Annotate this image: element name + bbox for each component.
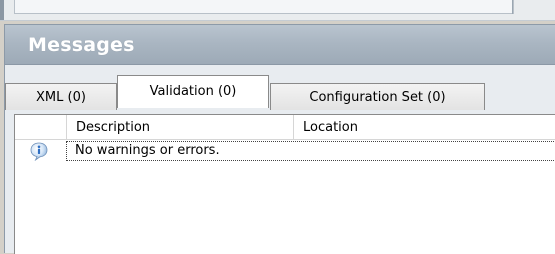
tab-xml[interactable]: XML (0) <box>5 83 117 110</box>
validation-message-list[interactable]: Description Location No warnings or erro… <box>14 114 555 254</box>
messages-panel-title: Messages <box>28 34 135 56</box>
upper-panel-inner-box <box>14 0 514 14</box>
messages-tabbar: XML (0) Validation (0) Configuration Set… <box>5 65 555 115</box>
list-header: Description Location <box>15 115 555 140</box>
column-header-icon[interactable] <box>15 115 66 139</box>
column-header-location[interactable]: Location <box>293 115 555 139</box>
list-item[interactable]: No warnings or errors. <box>15 139 555 163</box>
messages-panel: Messages XML (0) Validation (0) Configur… <box>4 24 555 254</box>
upper-panel-remnant <box>0 0 555 21</box>
tab-validation[interactable]: Validation (0) <box>117 75 269 108</box>
message-description: No warnings or errors. <box>66 141 555 161</box>
messages-panel-header: Messages <box>5 25 555 65</box>
upper-panel-left-border <box>0 0 4 20</box>
info-icon <box>29 141 49 162</box>
upper-panel-right-border <box>512 0 513 14</box>
tab-configuration-set[interactable]: Configuration Set (0) <box>270 83 485 110</box>
column-header-description[interactable]: Description <box>66 115 293 139</box>
